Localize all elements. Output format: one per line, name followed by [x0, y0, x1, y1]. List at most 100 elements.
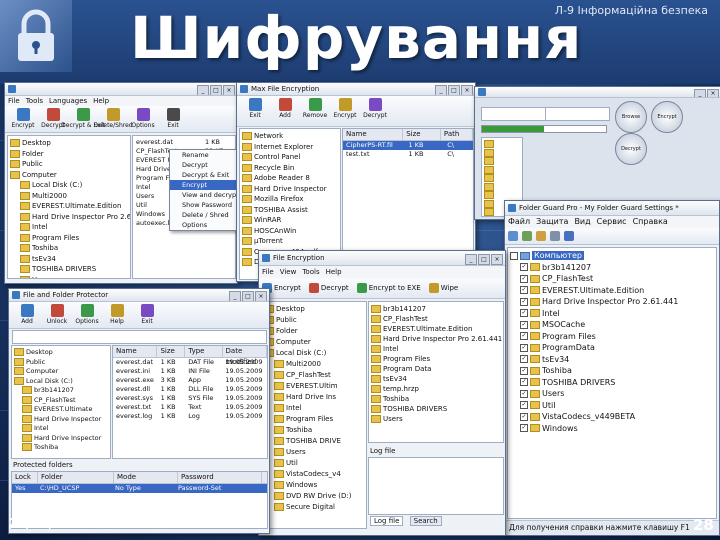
settings-icon[interactable] [550, 231, 560, 241]
tree-item[interactable]: Hard Drive Inspector [14, 414, 108, 425]
file-list[interactable]: br3b141207 CP_FlashTest EVEREST.Ultimate.E… [368, 301, 504, 443]
tree-item[interactable]: ✓ Intel [520, 308, 714, 320]
tree-root[interactable]: Компьютер [510, 250, 714, 262]
tree-item[interactable]: ✓ VistaCodecs_v449BETA [520, 411, 714, 423]
tree-item[interactable] [484, 191, 520, 200]
checkbox[interactable]: ✓ [520, 309, 528, 317]
folder-tree[interactable]: Desktop Folder Public Computer Local Disk (C… [7, 135, 131, 279]
tree-item[interactable]: DVD RW Drive (D:) [264, 491, 364, 502]
tree-item[interactable]: Intel [14, 424, 108, 434]
tree-item[interactable]: Desktop [10, 138, 128, 149]
tree-item[interactable]: Toshiba [264, 425, 364, 436]
tree-item[interactable]: ✓ tsEv34 [520, 354, 714, 366]
encrypt-button[interactable]: Encrypt [651, 101, 683, 133]
tree-item[interactable]: ✓ MSOCache [520, 319, 714, 331]
tree-item[interactable]: ✓ br3b141207 [520, 262, 714, 274]
toolbar-button-encrypt-to-exe[interactable]: Encrypt to EXE [356, 283, 421, 293]
tree-item[interactable]: µTorrent [242, 236, 338, 247]
tree-item[interactable]: Multi2000 [10, 191, 128, 202]
table-row[interactable]: CipherPS-RT.fil 1 KB C\ [343, 141, 473, 150]
search-tab[interactable]: Search [409, 516, 442, 526]
tree-item[interactable]: ✓ Windows [520, 423, 714, 435]
column-header[interactable]: Lock [12, 472, 38, 483]
column-header[interactable]: Mode [114, 472, 178, 483]
table-row[interactable]: everest.txt 1 KB Text 19.05.2009 [113, 403, 267, 412]
tree-item[interactable]: Local Disk (C:) [14, 376, 108, 387]
tree-item[interactable]: Multi2000 [264, 359, 364, 370]
toolbar-button-remove[interactable]: Remove [300, 96, 330, 126]
tree-item[interactable]: Local Disk (C:) [10, 180, 128, 191]
tree-item[interactable]: Recycle Bin [242, 163, 338, 174]
log-area[interactable] [368, 457, 504, 515]
tree-item[interactable]: Program Files [10, 233, 128, 244]
tree-item[interactable]: Program Data [371, 364, 501, 374]
toolbar-button-wipe[interactable]: Wipe [428, 283, 458, 293]
tree-item[interactable]: Computer [264, 337, 364, 348]
tree-item[interactable]: temp.hrzp [371, 384, 501, 394]
checkbox[interactable]: ✓ [520, 320, 528, 329]
minimize-button[interactable]: _ [435, 85, 447, 95]
file-path-input[interactable] [481, 107, 546, 121]
output-path-input[interactable] [545, 107, 610, 121]
tree-item[interactable]: ✓ Program Files [520, 331, 714, 343]
file-list[interactable]: Name Size Type Date modified everest.dat 1 K… [112, 345, 268, 459]
tree-item[interactable]: Users [10, 275, 128, 278]
tree-item[interactable]: CP_FlashTest [371, 314, 501, 324]
tree-item[interactable]: Folder [264, 326, 364, 337]
tree-item[interactable]: br3b141207 [371, 304, 501, 314]
toolbar-button-help[interactable]: Help [102, 302, 132, 328]
tree-item[interactable]: ✓ CP_FlashTest [520, 273, 714, 285]
menu-item[interactable]: Help [93, 97, 109, 105]
context-menu-item[interactable]: Show Password [170, 200, 236, 210]
tree-item[interactable]: ✓ TOSHIBA DRIVERS [520, 377, 714, 389]
context-menu-item[interactable]: Decrypt & Exit [170, 170, 236, 180]
table-row[interactable]: everest.log 1 KB Log 19.05.2009 [113, 412, 267, 421]
tree-item[interactable]: TOSHIBA Assist [242, 205, 338, 216]
tree-item[interactable]: Toshiba [10, 243, 128, 254]
menu-item[interactable]: View [280, 268, 297, 276]
checkbox[interactable]: ✓ [520, 263, 528, 271]
tree-item[interactable] [484, 182, 520, 192]
tree-item[interactable]: Toshiba [371, 394, 501, 404]
tree-item[interactable]: Intel [371, 344, 501, 354]
tree-item[interactable]: Users [264, 447, 364, 458]
tree-item[interactable]: Windows [264, 480, 364, 491]
tree-item[interactable]: ✓ ProgramData [520, 342, 714, 354]
context-menu-item[interactable]: View and decrypt files [170, 190, 237, 200]
tree-item[interactable]: Util [264, 458, 364, 469]
table-row[interactable]: everest.dll 1 KB DLL File 19.05.2009 [113, 385, 267, 394]
tree-item[interactable]: Program Files [371, 354, 501, 364]
context-menu-item[interactable]: Options [170, 220, 236, 230]
checkbox[interactable]: ✓ [520, 378, 528, 386]
log-tab[interactable]: Log file [370, 516, 404, 526]
tree-item[interactable]: Public [14, 357, 108, 368]
close-button[interactable]: × [707, 89, 719, 97]
tree-item[interactable]: Hard Drive Inspector [242, 184, 338, 195]
folder-tree[interactable]: Компьютер ✓ br3b141207 ✓ CP_FlashTest ✓ EVERE… [507, 247, 717, 519]
menu-item[interactable]: Справка [633, 217, 668, 226]
checkbox[interactable]: ✓ [520, 366, 528, 375]
tree-item[interactable]: TOSHIBA DRIVERS [10, 264, 128, 275]
browse-button[interactable]: Browse [615, 101, 647, 133]
tree-item[interactable] [484, 165, 520, 175]
tree-item[interactable]: CP_FlashTest [264, 370, 364, 381]
tree-item[interactable]: br3b141207 [14, 386, 108, 396]
tree-item[interactable]: tsEv34 [10, 254, 128, 265]
toolbar-button-decrypt[interactable]: Decrypt [308, 283, 349, 293]
unlock-icon[interactable] [522, 231, 532, 241]
column-header[interactable]: Path [441, 129, 473, 140]
toolbar-button-options[interactable]: Options [128, 106, 158, 132]
tree-item[interactable] [484, 148, 520, 158]
minimize-button[interactable]: _ [694, 89, 706, 97]
tree-item[interactable]: Desktop [264, 304, 364, 315]
menu-item[interactable]: File [8, 97, 20, 105]
toolbar-button-exit[interactable]: Exit [240, 96, 270, 126]
tree-item[interactable]: ✓ Toshiba [520, 365, 714, 377]
menu-item[interactable]: Help [326, 268, 342, 276]
tree-item[interactable]: Hard Drive Inspector Pro 2.61.441 [10, 212, 130, 223]
checkbox[interactable]: ✓ [520, 274, 528, 283]
tree-item[interactable]: Intel [264, 403, 364, 414]
tree-item[interactable]: HOSCAnWin [242, 226, 338, 237]
context-menu-item[interactable]: Decrypt [170, 160, 236, 170]
tree-item[interactable]: TOSHIBA DRIVE [264, 436, 364, 447]
